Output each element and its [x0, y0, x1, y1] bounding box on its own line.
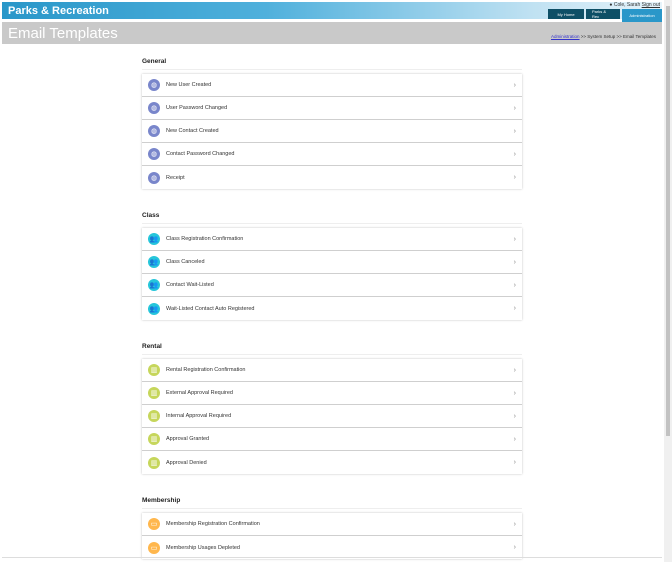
building-icon: ▥	[148, 387, 160, 399]
chevron-right-icon: ›	[513, 127, 516, 135]
divider	[2, 557, 662, 558]
breadcrumb: Administration >> System Setup >> Email …	[551, 34, 656, 39]
section-title: Rental	[142, 341, 522, 355]
scrollbar-thumb[interactable]	[666, 6, 670, 436]
chevron-right-icon: ›	[513, 389, 516, 397]
template-row[interactable]: ◍ Receipt ›	[142, 166, 522, 189]
chevron-right-icon: ›	[513, 435, 516, 443]
chevron-right-icon: ›	[513, 544, 516, 551]
template-label: Rental Registration Confirmation	[166, 367, 246, 373]
chevron-right-icon: ›	[513, 174, 516, 181]
section-card: ▥ Rental Registration Confirmation › ▥ Exter…	[142, 359, 522, 474]
chevron-right-icon: ›	[513, 235, 516, 243]
template-row[interactable]: ▭ Membership Registration Confirmation ›	[142, 513, 522, 536]
building-icon: ▥	[148, 433, 160, 445]
globe-icon: ◍	[148, 125, 160, 137]
template-row[interactable]: ▥ External Approval Required ›	[142, 382, 522, 405]
chevron-right-icon: ›	[513, 81, 516, 89]
template-label: Contact Wait-Listed	[166, 282, 214, 288]
breadcrumb-administration[interactable]: Administration	[551, 34, 580, 39]
template-row[interactable]: 👥 Contact Wait-Listed ›	[142, 274, 522, 297]
template-label: Class Canceled	[166, 259, 205, 265]
section-title: Membership	[142, 495, 522, 509]
template-label: Contact Password Changed	[166, 151, 235, 157]
section-title: Class	[142, 210, 522, 224]
section-title: General	[142, 56, 522, 70]
template-row[interactable]: ◍ New Contact Created ›	[142, 120, 522, 143]
template-label: External Approval Required	[166, 390, 233, 396]
chevron-right-icon: ›	[513, 150, 516, 158]
user-info: ● Cole, Sarah Sign out	[609, 2, 660, 8]
template-row[interactable]: ▥ Approval Granted ›	[142, 428, 522, 451]
globe-icon: ◍	[148, 148, 160, 160]
template-label: New Contact Created	[166, 128, 219, 134]
section-card: ▭ Membership Registration Confirmation › ▭ M…	[142, 513, 522, 559]
people-icon: 👥	[148, 233, 160, 245]
scrollbar[interactable]	[664, 0, 672, 562]
template-row[interactable]: ◍ User Password Changed ›	[142, 97, 522, 120]
template-label: Receipt	[166, 174, 185, 181]
brand-title: Parks & Recreation	[8, 5, 109, 17]
template-label: Membership Usages Depleted	[166, 544, 240, 551]
template-label: Approval Granted	[166, 436, 210, 442]
card-icon: ▭	[148, 541, 160, 554]
template-label: Wait-Listed Contact Auto Registered	[166, 305, 255, 312]
globe-icon: ◍	[148, 171, 160, 184]
page-title: Email Templates	[8, 25, 118, 42]
template-row[interactable]: 👥 Class Canceled ›	[142, 251, 522, 274]
people-icon: 👥	[148, 256, 160, 268]
template-label: New User Created	[166, 82, 212, 88]
section-card: 👥 Class Registration Confirmation › 👥 Class …	[142, 228, 522, 320]
chevron-right-icon: ›	[513, 412, 516, 420]
chevron-right-icon: ›	[513, 281, 516, 289]
nav-my-home[interactable]: My Home	[548, 9, 584, 19]
template-row[interactable]: 👥 Class Registration Confirmation ›	[142, 228, 522, 251]
globe-icon: ◍	[148, 102, 160, 114]
template-list: General ◍ New User Created › ◍ User Password …	[142, 56, 522, 580]
building-icon: ▥	[148, 456, 160, 469]
card-icon: ▭	[148, 518, 160, 530]
nav-administration[interactable]: Administration	[622, 9, 662, 22]
template-row[interactable]: 👥 Wait-Listed Contact Auto Registered ›	[142, 297, 522, 320]
template-label: Membership Registration Confirmation	[166, 521, 260, 527]
building-icon: ▥	[148, 364, 160, 376]
page-header: Email Templates Administration >> System…	[2, 22, 662, 44]
template-label: Internal Approval Required	[166, 413, 232, 419]
chevron-right-icon: ›	[513, 520, 516, 528]
chevron-right-icon: ›	[513, 258, 516, 266]
template-label: Approval Denied	[166, 459, 207, 466]
people-icon: 👥	[148, 302, 160, 315]
template-label: Class Registration Confirmation	[166, 236, 244, 242]
chevron-right-icon: ›	[513, 459, 516, 466]
template-row[interactable]: ▥ Approval Denied ›	[142, 451, 522, 474]
nav-parks-rec[interactable]: Parks & Rec	[586, 9, 620, 19]
people-icon: 👥	[148, 279, 160, 291]
building-icon: ▥	[148, 410, 160, 422]
template-row[interactable]: ◍ New User Created ›	[142, 74, 522, 97]
breadcrumb-rest: >> System Setup >> Email Templates	[579, 34, 656, 39]
sign-out-link[interactable]: Sign out	[642, 2, 660, 8]
template-row[interactable]: ▭ Membership Usages Depleted ›	[142, 536, 522, 559]
template-row[interactable]: ◍ Contact Password Changed ›	[142, 143, 522, 166]
chevron-right-icon: ›	[513, 104, 516, 112]
template-label: User Password Changed	[166, 105, 228, 111]
chevron-right-icon: ›	[513, 366, 516, 374]
template-row[interactable]: ▥ Rental Registration Confirmation ›	[142, 359, 522, 382]
chevron-right-icon: ›	[513, 305, 516, 312]
main-nav: My Home Parks & Rec Administration	[548, 9, 662, 22]
globe-icon: ◍	[148, 79, 160, 91]
template-row[interactable]: ▥ Internal Approval Required ›	[142, 405, 522, 428]
user-name: Cole, Sarah	[613, 2, 641, 8]
section-card: ◍ New User Created › ◍ User Password Changed…	[142, 74, 522, 189]
